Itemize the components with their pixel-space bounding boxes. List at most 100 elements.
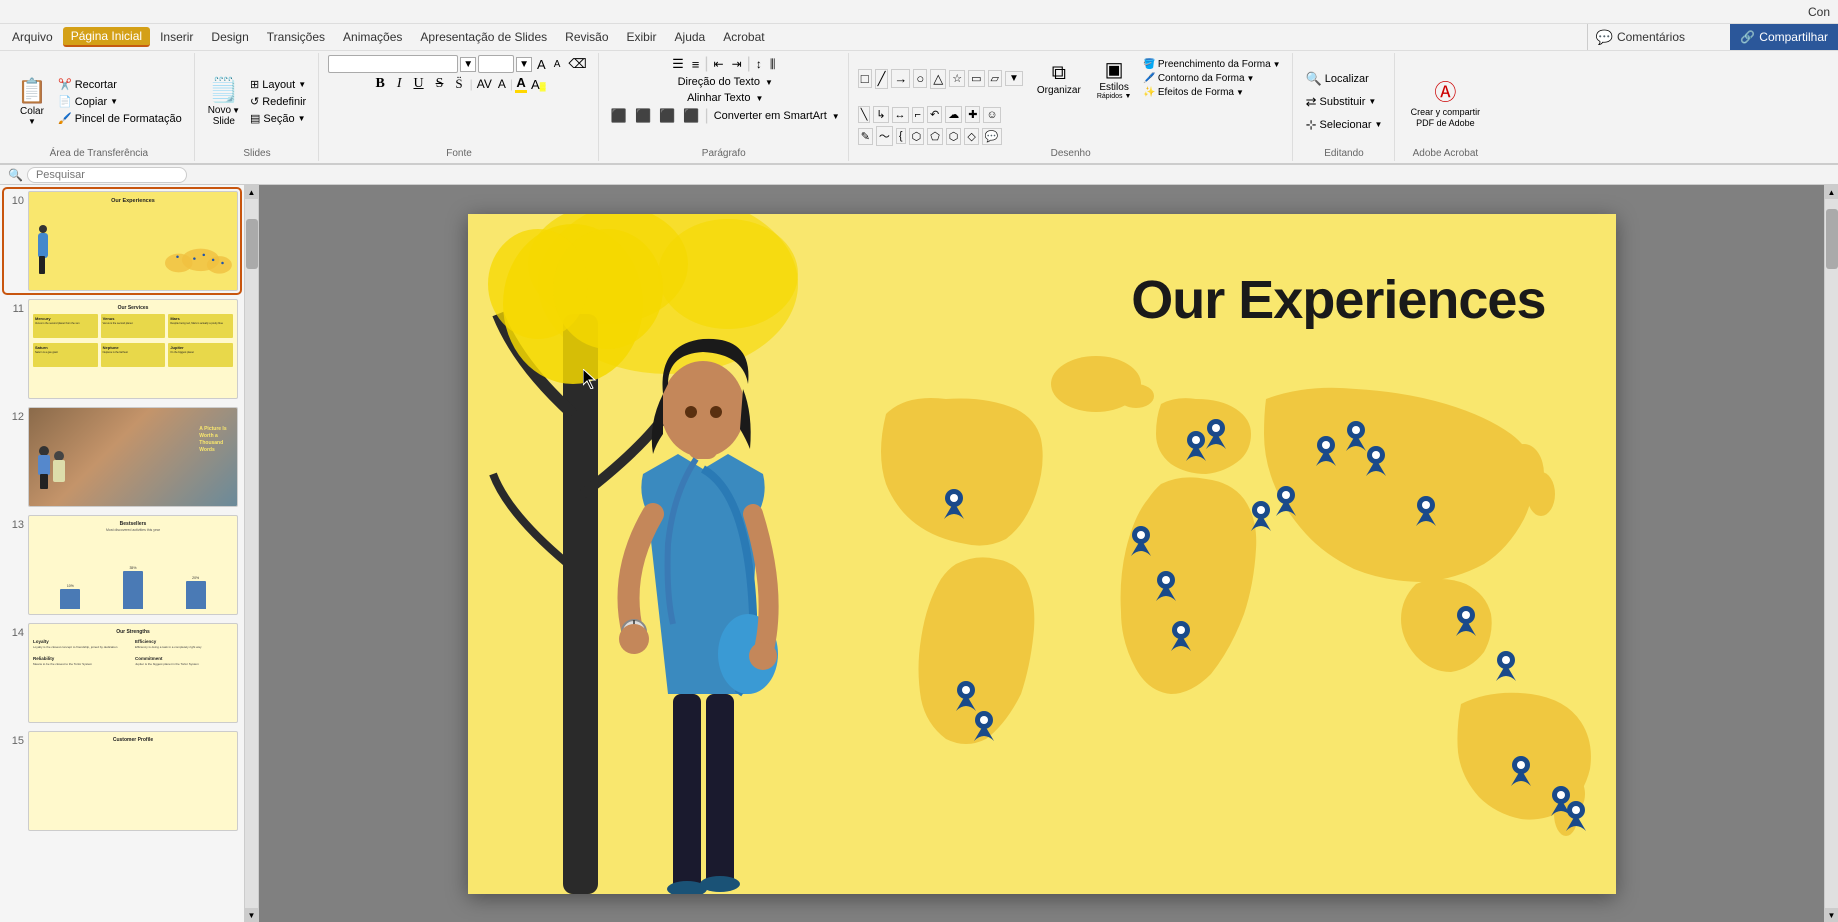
localizar-button[interactable]: 🔍 Localizar [1302,69,1387,89]
menu-animacoes[interactable]: Animações [335,28,410,46]
cloud-icon[interactable]: ☁ [945,106,962,123]
decrease-font-button[interactable]: A [551,58,564,71]
search-input[interactable] [27,167,187,183]
wave-icon[interactable]: 〜 [876,126,893,146]
scroll-right-down-button[interactable]: ▼ [1825,908,1838,922]
menu-apresentacao[interactable]: Apresentação de Slides [412,28,555,46]
preenchimento-button[interactable]: 🪣 Preenchimento da Forma ▼ [1140,58,1283,71]
decrease-indent-button[interactable]: ⇤ [711,56,727,72]
comments-button[interactable]: 💬 Comentários [1587,24,1693,50]
layout-button[interactable]: ⊞ Layout ▼ [246,77,310,92]
brace-icon[interactable]: { [896,128,906,144]
bent-connector-icon[interactable]: ⌐ [912,107,924,123]
criar-pdf-button[interactable]: Ⓐ Crear y compartir PDF de Adobe [1404,71,1486,133]
freeform-icon[interactable]: ✎ [858,128,873,145]
scroll-up-button[interactable]: ▲ [245,185,259,199]
menu-inserir[interactable]: Inserir [152,28,201,46]
copiar-button[interactable]: 📄 Copiar ▼ [54,94,186,109]
star-icon[interactable]: ☆ [949,70,965,87]
share-button[interactable]: 🔗 Compartilhar [1730,24,1838,50]
scroll-down-button[interactable]: ▼ [245,908,259,922]
callout-icon[interactable]: 💬 [982,128,1002,145]
increase-font-button[interactable]: A [534,56,549,73]
font-name-dropdown[interactable]: ▼ [460,57,476,72]
organizar-button[interactable]: ⧉ Organizar [1030,59,1088,99]
wordart-button[interactable]: A [496,76,508,92]
slide-thumb-13[interactable]: 13 Bestsellers Most discovered activitie… [4,513,240,617]
menu-design[interactable]: Design [203,28,256,46]
align-center-button[interactable]: ⬛ [632,107,654,125]
menu-ajuda[interactable]: Ajuda [667,28,714,46]
slide-thumb-14[interactable]: 14 Our Strengths Loyalty Loyalty is the … [4,621,240,725]
align-text-button[interactable]: Alinhar Texto [684,91,753,105]
numbering-button[interactable]: ≡ [689,56,703,73]
menu-arquivo[interactable]: Arquivo [4,28,61,46]
arrow-icon[interactable]: → [891,69,910,88]
increase-indent-button[interactable]: ⇥ [729,56,745,72]
align-right-button[interactable]: ⬛ [656,107,678,125]
bullets-button[interactable]: ☰ [669,55,687,73]
font-size-input[interactable] [478,55,514,73]
menu-acrobat[interactable]: Acrobat [715,28,772,46]
colar-button[interactable]: 📋 Colar ▼ [12,75,52,128]
pincel-button[interactable]: 🖌️ Pincel de Formatação [54,111,186,126]
rectangle-icon[interactable]: □ [858,69,872,88]
menu-exibir[interactable]: Exibir [619,28,665,46]
font-name-input[interactable] [328,55,458,73]
menu-transicoes[interactable]: Transições [259,28,333,46]
bold-button[interactable]: B [370,75,389,93]
canvas-area[interactable]: Our Experiences [259,185,1824,922]
diamond-icon[interactable]: ◇ [964,128,978,145]
clear-format-button[interactable]: ⌫ [565,55,589,73]
align-left-button[interactable]: ⬛ [608,107,630,125]
italic-button[interactable]: I [392,75,407,93]
double-arrow-icon[interactable]: ↔ [892,107,909,123]
more-shapes-button[interactable]: ▼ [1005,71,1023,86]
right-scroll-thumb[interactable] [1826,209,1838,269]
strikethrough-button[interactable]: S [431,75,449,93]
scroll-right-up-button[interactable]: ▲ [1825,185,1838,199]
slide-thumb-15[interactable]: 15 Customer Profile [4,729,240,833]
parallelogram-icon[interactable]: ▱ [988,70,1002,87]
convert-smartart-button[interactable]: Converter em SmartArt [711,109,830,123]
selecionar-button[interactable]: ⊹ Selecionar ▼ [1302,115,1387,135]
menu-pagina-inicial[interactable]: Página Inicial [63,27,150,47]
slide-thumb-11[interactable]: 11 Our Services MercuryVenus is the seco… [4,297,240,401]
text-direction-button[interactable]: Direção do Texto [675,75,763,89]
highlight-color-button[interactable]: A▓ [529,76,548,93]
scroll-thumb[interactable] [246,219,258,269]
columns-button[interactable]: ⫼ [767,56,779,73]
octagon-icon[interactable]: ⬡ [946,128,962,145]
connector-icon[interactable]: ╲ [858,106,871,123]
underline-button[interactable]: U [408,75,428,93]
novo-slide-button[interactable]: 🗒️ Novo ▼ Slide [204,74,244,129]
shadow-button[interactable]: S̈ [450,75,467,93]
cross-icon[interactable]: ✚ [965,106,980,123]
redefinir-button[interactable]: ↺ Redefinir [246,94,310,109]
menu-revisao[interactable]: Revisão [557,28,616,46]
secao-button[interactable]: ▤ Seção ▼ [246,111,310,126]
oval-icon[interactable]: ○ [913,69,927,88]
right-scrollbar[interactable]: ▲ ▼ [1824,185,1838,922]
font-size-dropdown[interactable]: ▼ [516,57,532,72]
contorno-button[interactable]: 🖊️ Contorno da Forma ▼ [1140,72,1283,85]
justify-button[interactable]: ⬛ [680,107,702,125]
slide-panel[interactable]: 10 Our Experiences [0,185,245,922]
line-icon[interactable]: ╱ [875,69,889,89]
hexagon-icon[interactable]: ⬡ [909,128,925,145]
slide-thumb-10[interactable]: 10 Our Experiences [4,189,240,293]
curved-arrow-icon[interactable]: ↶ [927,106,942,123]
rounded-rect-icon[interactable]: ▭ [968,70,984,87]
font-color-button[interactable]: A [515,75,527,93]
efeitos-button[interactable]: ✨ Efeitos de Forma ▼ [1140,86,1283,99]
char-spacing-button[interactable]: AV [475,76,494,92]
smiley-icon[interactable]: ☺ [983,107,1000,123]
recortar-button[interactable]: ✂️ Recortar [54,77,186,92]
line-spacing-button[interactable]: ↕ [753,56,765,72]
substituir-button[interactable]: ⇄ Substituir ▼ [1302,92,1387,112]
bent-arrow-icon[interactable]: ↳ [873,106,888,123]
estilos-button[interactable]: ▣ Estilos Rápidos ▼ [1091,55,1138,102]
scroll-bar-vertical[interactable]: ▲ ▼ [245,185,259,922]
triangle-icon[interactable]: △ [930,69,946,89]
slide-thumb-12[interactable]: 12 A Picture IsWorth aThousandWords [4,405,240,509]
